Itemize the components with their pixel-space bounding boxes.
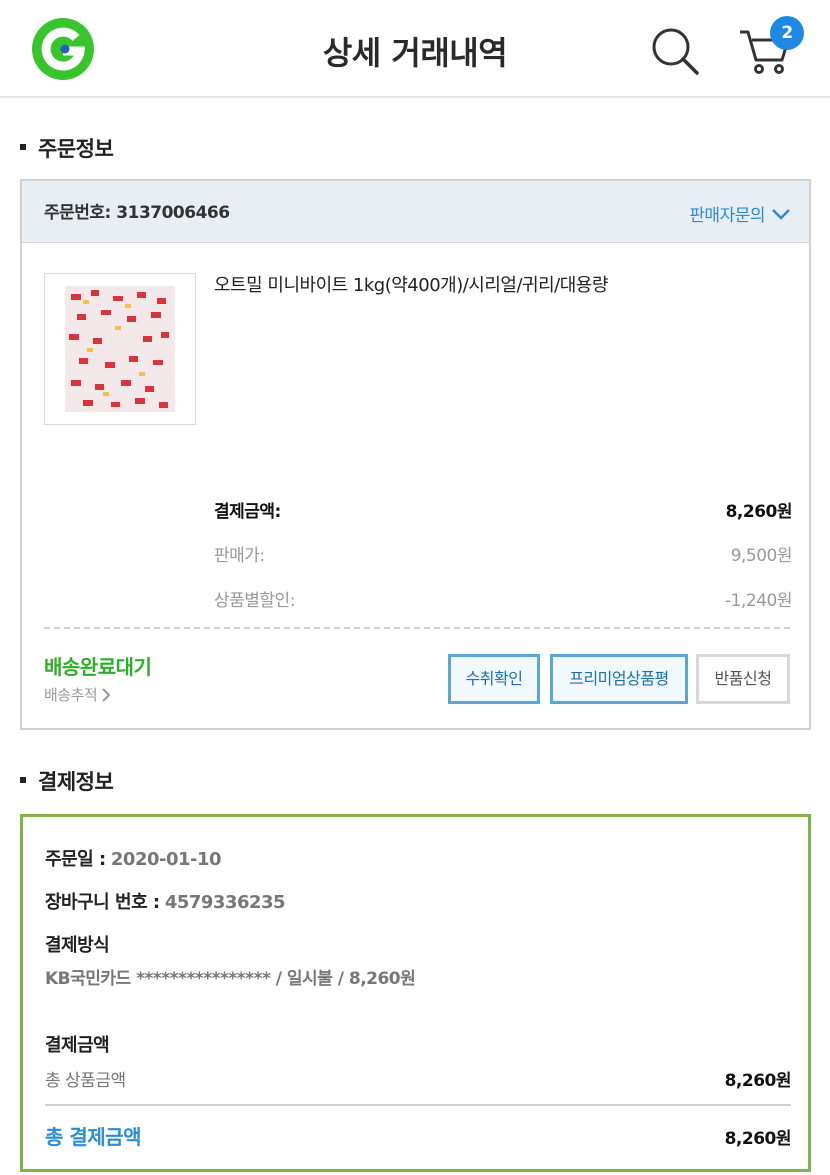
cart-number-label: 장바구니 번호 : — [45, 892, 160, 913]
order-number: 주문번호: 3137006466 — [44, 198, 230, 223]
chevron-right-icon — [102, 687, 111, 702]
return-request-button[interactable]: 반품신청 — [696, 654, 790, 704]
payment-method-label: 결제방식 — [45, 935, 110, 956]
sale-price-label: 판매가: — [214, 546, 265, 566]
payment-amount-label: 결제금액: — [214, 502, 281, 522]
dashed-divider — [44, 627, 790, 629]
chevron-down-icon — [772, 209, 790, 220]
tracking-label: 배송추적 — [44, 686, 98, 704]
product-image — [65, 286, 175, 412]
seller-inquiry-label: 판매자문의 — [689, 206, 765, 226]
order-info-heading: 주문정보 — [20, 133, 114, 163]
discount-label: 상품별할인: — [214, 591, 295, 611]
order-date-label: 주문일 : — [45, 849, 106, 870]
payment-amount-value: 8,260원 — [725, 502, 793, 522]
payment-divider — [45, 1104, 791, 1106]
confirm-receipt-button[interactable]: 수취확인 — [448, 654, 540, 704]
discount-value: -1,240원 — [725, 591, 792, 611]
bullet-icon — [20, 777, 26, 783]
order-card: 주문번호: 3137006466 판매자문의 오트밀 미니바이트 1kg(약40… — [20, 179, 811, 730]
product-thumbnail[interactable] — [44, 273, 196, 425]
order-number-value: 3137006466 — [116, 203, 230, 223]
product-name-link[interactable]: 오트밀 미니바이트 1kg(약400개)/시리얼/귀리/대용량 — [214, 271, 608, 297]
order-card-header: 주문번호: 3137006466 판매자문의 — [22, 181, 809, 243]
payment-card: 주문일 : 2020-01-10 장바구니 번호 : 4579336235 결제… — [20, 814, 811, 1172]
order-date-row: 주문일 : 2020-01-10 — [45, 845, 222, 871]
payment-info-heading: 결제정보 — [20, 766, 114, 796]
delivery-status: 배송완료대기 — [44, 655, 152, 679]
total-payment-value: 8,260원 — [724, 1129, 792, 1149]
cart-count-badge: 2 — [770, 16, 804, 50]
payment-amount-heading: 결제금액 — [45, 1035, 110, 1056]
premium-review-button[interactable]: 프리미엄상품평 — [550, 654, 688, 704]
search-button[interactable] — [650, 26, 702, 78]
order-info-title: 주문정보 — [38, 137, 114, 161]
total-payment-label: 총 결제금액 — [45, 1125, 141, 1149]
search-icon — [652, 28, 699, 75]
cart-number-value: 4579336235 — [164, 892, 286, 913]
bullet-icon — [20, 144, 26, 150]
order-number-label: 주문번호: — [44, 203, 111, 223]
total-goods-value: 8,260원 — [724, 1071, 792, 1091]
sale-price-value: 9,500원 — [730, 546, 793, 566]
app-header: 상세 거래내역 2 — [0, 0, 830, 98]
payment-method-value: KB국민카드 **************** / 일시불 / 8,260원 — [45, 969, 416, 989]
total-goods-label: 총 상품금액 — [45, 1071, 126, 1091]
order-date-value: 2020-01-10 — [110, 849, 222, 870]
tracking-link[interactable]: 배송추적 — [44, 684, 111, 705]
seller-inquiry-button[interactable]: 판매자문의 — [689, 201, 791, 226]
payment-info-title: 결제정보 — [38, 770, 114, 794]
cart-number-row: 장바구니 번호 : 4579336235 — [45, 888, 286, 914]
page-title: 상세 거래내역 — [322, 34, 508, 72]
